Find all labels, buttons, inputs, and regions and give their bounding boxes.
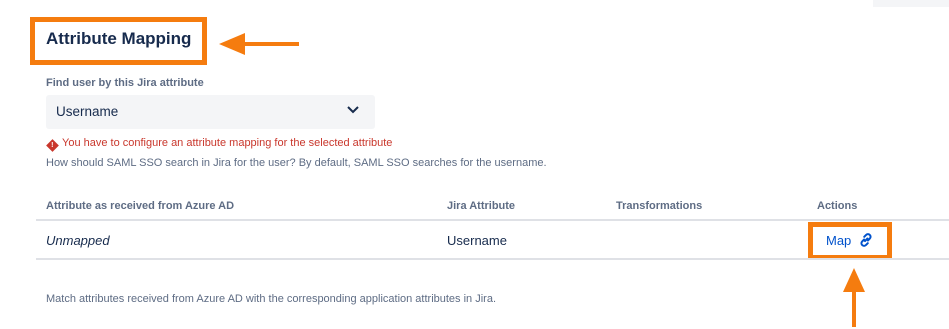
warning-diamond-icon: !: [46, 139, 59, 152]
annotation-arrow-left-icon: [219, 33, 299, 55]
column-header-transformations: Transformations: [616, 200, 703, 212]
lookup-attribute-label: Find user by this Jira attribute: [46, 77, 204, 89]
mapping-description: Match attributes received from Azure AD …: [46, 293, 497, 305]
column-header-jira-attribute: Jira Attribute: [447, 200, 516, 212]
map-button-label: Map: [826, 232, 852, 248]
map-button[interactable]: Map: [826, 232, 874, 248]
column-header-actions: Actions: [817, 200, 858, 212]
link-icon: [860, 233, 872, 247]
mapping-warning-text: You have to configure an attribute mappi…: [62, 137, 393, 149]
top-right-panel-edge: [873, 0, 949, 7]
chevron-down-icon: [347, 106, 359, 114]
row-source-attribute: Unmapped: [46, 233, 110, 248]
lookup-attribute-value: Username: [56, 104, 119, 119]
mapping-warning: ! You have to configure an attribute mapp…: [46, 137, 393, 152]
table-header-divider: [36, 219, 949, 221]
lookup-help-text: How should SAML SSO search in Jira for t…: [46, 157, 547, 169]
lookup-attribute-select[interactable]: Username: [46, 95, 375, 129]
page-title: Attribute Mapping: [46, 29, 192, 48]
column-header-source-attribute: Attribute as received from Azure AD: [46, 200, 235, 212]
row-jira-attribute: Username: [447, 233, 507, 248]
table-row-divider: [36, 258, 949, 260]
annotation-arrow-up-icon: [843, 268, 865, 327]
